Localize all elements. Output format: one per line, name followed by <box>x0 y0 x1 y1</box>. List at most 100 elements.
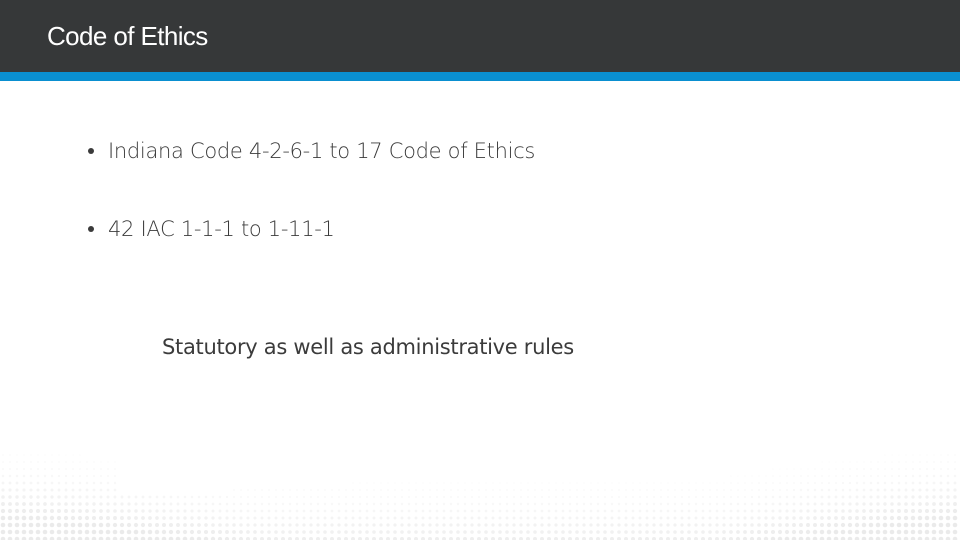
halftone-dot <box>792 495 796 499</box>
halftone-dot <box>786 475 788 477</box>
halftone-dot <box>918 495 922 499</box>
halftone-dot <box>512 516 516 520</box>
halftone-dot <box>667 482 669 484</box>
halftone-dot <box>28 515 34 521</box>
halftone-dot <box>652 502 656 506</box>
halftone-dot <box>247 489 249 491</box>
halftone-dot <box>527 482 529 484</box>
halftone-dot <box>652 509 656 513</box>
halftone-dot <box>442 530 446 534</box>
halftone-dot <box>105 522 111 528</box>
halftone-dot <box>862 474 866 478</box>
halftone-dot <box>687 516 691 520</box>
halftone-dot <box>883 509 887 513</box>
halftone-dot <box>639 489 641 491</box>
halftone-dot <box>603 516 607 520</box>
halftone-dot <box>372 502 376 506</box>
halftone-dot <box>610 530 614 534</box>
halftone-dot <box>408 489 410 491</box>
halftone-dot <box>71 502 75 506</box>
halftone-dot <box>645 502 649 506</box>
halftone-dot <box>29 481 33 485</box>
halftone-dot <box>463 502 467 506</box>
halftone-dot <box>883 502 887 506</box>
halftone-dot <box>162 509 166 513</box>
halftone-dot <box>85 509 89 513</box>
halftone-dot <box>113 488 117 492</box>
halftone-dot <box>918 467 922 471</box>
halftone-dot <box>855 481 859 485</box>
halftone-dot <box>105 515 111 521</box>
halftone-dot <box>253 516 257 520</box>
halftone-dot <box>898 454 900 456</box>
halftone-dot <box>21 515 27 521</box>
halftone-dot <box>99 481 103 485</box>
halftone-dot <box>435 530 439 534</box>
halftone-dot <box>323 509 327 513</box>
halftone-dot <box>246 509 250 513</box>
halftone-dot <box>660 482 662 484</box>
halftone-dot <box>938 515 944 521</box>
halftone-dot <box>730 475 732 477</box>
halftone-dot <box>799 516 803 520</box>
halftone-dot <box>218 523 222 527</box>
halftone-dot <box>484 516 488 520</box>
halftone-dot <box>611 489 613 491</box>
halftone-dot <box>777 529 783 535</box>
halftone-dot <box>645 495 649 499</box>
halftone-dot <box>484 495 488 499</box>
halftone-dot <box>225 509 229 513</box>
halftone-dot <box>35 515 41 521</box>
halftone-dot <box>785 488 789 492</box>
halftone-dot <box>386 502 390 506</box>
halftone-dot <box>253 509 257 513</box>
halftone-dot <box>148 495 152 499</box>
halftone-dot <box>232 516 236 520</box>
halftone-dot <box>924 529 930 535</box>
halftone-dot <box>821 468 823 470</box>
halftone-dot <box>785 523 789 527</box>
halftone-dot <box>246 495 250 499</box>
halftone-dot <box>666 509 670 513</box>
halftone-dot <box>204 509 208 513</box>
halftone-dot <box>918 481 922 485</box>
halftone-dot <box>407 502 411 506</box>
halftone-dot <box>126 529 132 535</box>
halftone-dot <box>267 530 271 534</box>
halftone-dot <box>169 509 173 513</box>
halftone-dot <box>520 482 522 484</box>
halftone-dot <box>554 516 558 520</box>
halftone-dot <box>625 482 627 484</box>
halftone-dot <box>113 474 117 478</box>
halftone-dot <box>891 454 893 456</box>
halftone-dot <box>799 502 803 506</box>
halftone-dot <box>890 502 894 506</box>
halftone-dot <box>792 488 796 492</box>
halftone-dot <box>931 529 937 535</box>
halftone-dot <box>49 522 55 528</box>
halftone-dot <box>106 488 110 492</box>
halftone-dot <box>883 488 887 492</box>
halftone-dot <box>36 502 40 506</box>
halftone-dot <box>800 468 802 470</box>
halftone-dot <box>751 482 753 484</box>
halftone-dot <box>218 495 222 499</box>
halftone-dot <box>519 523 523 527</box>
halftone-dot <box>750 488 754 492</box>
halftone-dot <box>807 475 809 477</box>
halftone-dot <box>890 488 894 492</box>
halftone-dot <box>561 502 565 506</box>
halftone-dot <box>554 523 558 527</box>
halftone-dot <box>673 516 677 520</box>
halftone-dot <box>92 502 96 506</box>
halftone-dot <box>505 516 509 520</box>
halftone-dot <box>680 509 684 513</box>
halftone-dot <box>43 467 47 471</box>
halftone-dot <box>8 502 12 506</box>
halftone-dot <box>624 509 628 513</box>
halftone-dot <box>401 482 403 484</box>
halftone-dot <box>84 515 90 521</box>
halftone-dot <box>561 530 565 534</box>
halftone-dot <box>604 489 606 491</box>
halftone-dot <box>36 495 40 499</box>
